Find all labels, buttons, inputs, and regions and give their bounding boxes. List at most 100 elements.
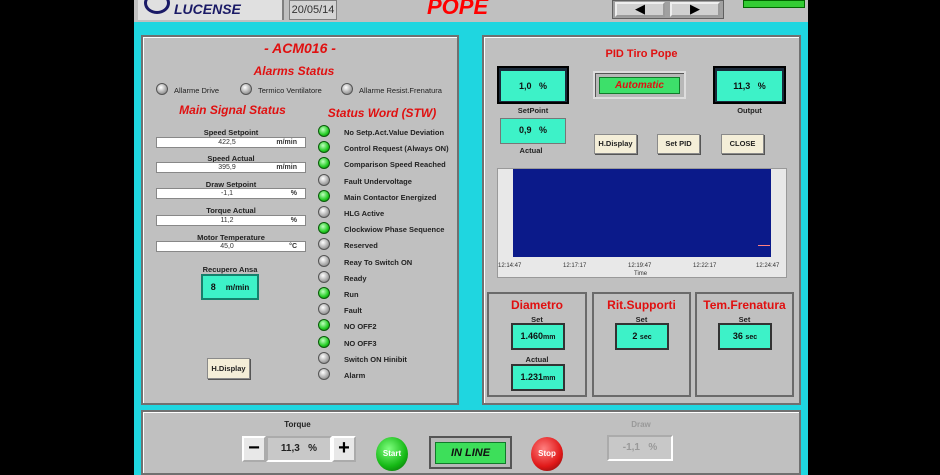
rit-supporti-title: Rit.Supporti — [607, 298, 676, 312]
time-axis-label: Time — [634, 271, 648, 277]
next-page-button[interactable]: ▶ — [670, 2, 720, 17]
pid-hdisplay-button[interactable]: H.Display — [594, 134, 637, 154]
alarm-brake-indicator — [341, 83, 353, 95]
torque-label: Torque — [284, 420, 311, 429]
actual-label: Actual — [519, 146, 543, 155]
stop-button[interactable]: Stop — [531, 437, 563, 471]
main-signal-title: Main Signal Status — [179, 103, 286, 117]
alarm-brake-label: Allarme Resist.Frenatura — [359, 86, 442, 95]
diametro-set-value[interactable]: 1.460mm — [511, 323, 565, 350]
set-pid-button[interactable]: Set PID — [657, 134, 700, 154]
status-indicator — [743, 0, 805, 8]
stw-led-icon — [318, 206, 330, 218]
stw-led-icon — [318, 254, 330, 267]
draw-value: -1,1 % — [607, 435, 673, 461]
actual-value: 0,9 % — [500, 118, 566, 144]
stw-led-icon — [318, 270, 330, 283]
trend-plot-area — [513, 169, 771, 257]
output-value: 11,3 % — [717, 71, 782, 101]
date-display: 20/05/14 — [289, 0, 337, 20]
diametro-panel: Diametro Set 1.460mm Actual 1.231mm — [487, 292, 587, 397]
torque-decrease-button[interactable]: − — [242, 436, 266, 462]
minus-icon: − — [248, 437, 260, 459]
stw-label: Reay To Switch ON — [344, 257, 413, 267]
logo-text: LUCENSE — [174, 1, 241, 17]
time-tick: 12:22:17 — [693, 263, 717, 269]
plus-icon: + — [338, 437, 350, 459]
setpoint-label: SetPoint — [517, 106, 549, 115]
time-tick: 12:19:47 — [628, 263, 652, 269]
arrow-left-icon: ◀ — [635, 1, 645, 16]
stw-label: Fault — [344, 306, 362, 316]
output-label: Output — [737, 106, 762, 115]
stw-label: Comparison Speed Reached — [344, 160, 446, 170]
torque-actual-label: Torque Actual — [206, 206, 256, 215]
diametro-title: Diametro — [510, 298, 563, 312]
trend-line — [758, 245, 770, 246]
hmi-screen: LUCENSE 20/05/14 POPE ◀ ▶ - ACM016 - Ala… — [0, 0, 940, 475]
line-status: IN LINE — [435, 442, 506, 464]
stw-led-icon — [318, 351, 330, 364]
status-word-title: Status Word (STW) — [327, 106, 437, 120]
speed-setpoint-label: Speed Setpoint — [203, 128, 259, 137]
speed-setpoint-field: 422,5 m/min — [156, 137, 306, 148]
stw-label: Control Request (Always ON) — [344, 144, 449, 154]
alarm-drive-indicator — [156, 83, 168, 95]
tem-frenatura-title: Tem.Frenatura — [703, 298, 786, 312]
rit-supporti-panel: Rit.Supporti Set 2 sec — [592, 292, 691, 397]
diametro-actual-label: Actual — [525, 355, 549, 364]
stw-led-icon — [318, 287, 330, 299]
draw-setpoint-field: -1,1% — [156, 188, 306, 199]
hdisplay-button[interactable]: H.Display — [207, 358, 250, 379]
page-navigation: ◀ ▶ — [612, 0, 724, 19]
stw-led-icon — [318, 335, 330, 348]
stw-label: Reserved — [344, 241, 378, 251]
stw-label: Switch ON Hinibit — [344, 354, 407, 364]
stw-label: NO OFF3 — [344, 338, 377, 348]
alarm-fan-label: Termico Ventilatore — [258, 86, 322, 95]
alarm-drive-label: Allarme Drive — [174, 86, 220, 95]
torque-increase-button[interactable]: + — [332, 436, 356, 462]
stw-label: NO OFF2 — [344, 322, 377, 332]
stw-label: No Setp.Act.Value Deviation — [344, 128, 445, 137]
stw-label: Fault Undervoltage — [344, 176, 412, 186]
pid-title: PID Tiro Pope — [605, 48, 678, 60]
draw-label: Draw — [631, 420, 651, 429]
motor-temperature-field: 45,0 °C — [156, 241, 306, 252]
recupero-ansa-label: Recupero Ansa — [202, 265, 258, 274]
torque-value: 11,3 % — [266, 436, 332, 462]
alarm-fan-indicator — [240, 83, 252, 95]
stw-led-icon — [318, 368, 330, 380]
drive-title: - ACM016 - — [264, 40, 336, 56]
mode-indicator[interactable]: Automatic — [599, 77, 680, 94]
torque-actual-field: 11,2% — [156, 215, 306, 226]
close-button[interactable]: CLOSE — [721, 134, 764, 154]
logo-ring-icon — [144, 0, 170, 14]
stw-led-icon — [318, 125, 330, 137]
recupero-ansa-value: 8 m/min — [201, 274, 259, 300]
tem-frenatura-panel: Tem.Frenatura Set 36 sec — [695, 292, 794, 397]
page-title: POPE — [427, 0, 489, 19]
tem-frenatura-set-value[interactable]: 36 sec — [718, 323, 772, 350]
time-tick: 12:24:47 — [756, 263, 780, 269]
arrow-right-icon: ▶ — [690, 1, 700, 16]
stw-label: Alarm — [344, 371, 366, 380]
diametro-actual-value: 1.231mm — [511, 364, 565, 391]
pid-trend-chart: 12:14:47 12:17:17 12:19:47 12:22:17 12:2… — [497, 168, 787, 278]
stw-label: Clockwiow Phase Sequence — [344, 225, 445, 235]
prev-page-button[interactable]: ◀ — [615, 2, 665, 17]
time-tick: 12:17:17 — [563, 263, 587, 269]
rit-supporti-set-value[interactable]: 2 sec — [615, 323, 669, 350]
start-button[interactable]: Start — [376, 437, 408, 471]
stw-label: HLG Active — [344, 209, 385, 218]
setpoint-value[interactable]: 1,0 % — [501, 71, 565, 101]
stw-led-icon — [318, 173, 330, 186]
stw-label: Ready — [344, 273, 367, 283]
company-logo: LUCENSE — [138, 0, 284, 20]
speed-actual-field: 395,9 m/min — [156, 162, 306, 173]
stw-led-icon — [318, 189, 330, 202]
stw-label: Run — [344, 290, 359, 299]
alarms-status-title: Alarms Status — [253, 64, 335, 78]
stw-label: Main Contactor Energized — [344, 192, 437, 202]
time-tick: 12:14:47 — [498, 263, 522, 269]
